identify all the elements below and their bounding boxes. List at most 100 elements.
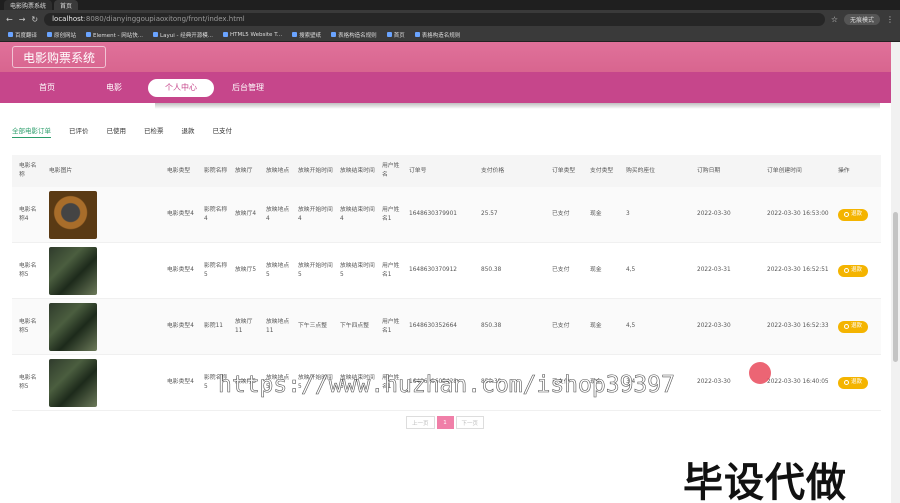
cell-seat: 3: [626, 211, 630, 217]
nav-shadow: [155, 103, 880, 109]
cell-created: 2022-03-30 16:40:05: [767, 379, 829, 385]
tab-checked[interactable]: 已检票: [144, 123, 164, 138]
cell-type: 电影类型4: [167, 211, 194, 217]
bookmark-2[interactable]: 原创网站: [47, 31, 76, 39]
star-icon[interactable]: ☆: [831, 15, 838, 24]
bookmark-1[interactable]: 百度翻译: [8, 31, 37, 39]
cell-place: 放映地点11: [266, 318, 290, 334]
reload-icon[interactable]: ↻: [31, 15, 38, 24]
cell-name: 电影名称4: [19, 206, 37, 222]
refund-button[interactable]: 退款: [838, 208, 868, 221]
bookmark-6[interactable]: 搜索壁纸: [292, 31, 321, 39]
bookmark-4[interactable]: Layui - 经典开源模...: [153, 31, 213, 39]
cell-place: 放映地点4: [266, 206, 290, 222]
cell-start: 下午三点整: [298, 323, 327, 329]
bookmark-label: 表格构造名规则: [338, 32, 377, 39]
tab-used[interactable]: 已使用: [107, 123, 127, 138]
nav-admin[interactable]: 后台管理: [215, 79, 281, 97]
order-tabs: 全部电影订单 已评价 已使用 已检票 退款 已支付: [12, 123, 250, 138]
watermark-text: https://www.huzhan.com/ishop39397: [218, 372, 676, 399]
cell-order-no: 1648630352664: [409, 323, 457, 329]
main-nav: 首页 电影 个人中心 后台管理: [0, 72, 891, 103]
page-number-button[interactable]: 1: [436, 416, 454, 429]
col-header: 放映结束时间: [340, 167, 375, 174]
refund-icon: [843, 212, 849, 217]
col-header: 支付价格: [481, 167, 505, 174]
bookmark-label: 百度翻译: [15, 32, 38, 39]
address-bar[interactable]: localhost:8080/dianyinggoupiaoxitong/fro…: [44, 12, 825, 26]
cell-pay-type: 现金: [590, 323, 602, 329]
cell-order-type: 已支付: [552, 267, 570, 273]
scrollbar-thumb[interactable]: [893, 212, 898, 362]
cell-created: 2022-03-30 16:53:00: [767, 211, 829, 217]
cell-end: 下午四点整: [340, 323, 369, 329]
tab-all-orders[interactable]: 全部电影订单: [12, 123, 51, 138]
cell-user: 用户姓名1: [382, 206, 400, 222]
col-header: 订购日期: [697, 167, 721, 174]
bookmark-3[interactable]: Element - 网站快...: [86, 31, 143, 39]
cell-end: 放映结束时间5: [340, 262, 375, 278]
nav-movies[interactable]: 电影: [81, 79, 147, 97]
mouse-cursor-highlight: [749, 362, 771, 384]
refund-button[interactable]: 退款: [838, 320, 868, 333]
bookmark-icon: [86, 32, 92, 37]
action-cell: 退款: [831, 264, 871, 277]
cell-price: 25.57: [481, 211, 498, 217]
refund-button[interactable]: 退款: [838, 264, 868, 277]
cell-pay-type: 现金: [590, 211, 602, 217]
menu-icon[interactable]: ⋮: [886, 15, 894, 24]
browser-tab-1[interactable]: 电影购票系统: [4, 0, 53, 10]
site-header: 电影购票系统: [0, 42, 891, 72]
cell-date: 2022-03-30: [697, 323, 731, 329]
bookmark-5[interactable]: HTML5 Website T...: [222, 32, 282, 38]
cell-cinema: 影院名称5: [204, 262, 228, 278]
url-path: :8080/dianyinggoupiaoxitong/front/index.…: [83, 15, 245, 23]
refund-icon: [843, 324, 849, 329]
col-header: 订单创建时间: [767, 167, 802, 174]
col-header: 电影类型: [167, 167, 191, 174]
bookmark-label: 搜索壁纸: [299, 32, 322, 39]
cell-seat: 4,5: [626, 267, 636, 273]
refund-button[interactable]: 退款: [838, 376, 868, 389]
browser-tab-2[interactable]: 首页: [54, 0, 79, 10]
tab-refund[interactable]: 退款: [182, 123, 195, 138]
nav-personal-center[interactable]: 个人中心: [148, 78, 214, 97]
url-host: localhost: [52, 15, 84, 23]
cell-type: 电影类型4: [167, 379, 194, 385]
cell-order-no: 1648630370912: [409, 267, 457, 273]
cell-price: 850.38: [481, 267, 502, 273]
bookmark-9[interactable]: 表格构造名规则: [414, 31, 460, 39]
incognito-badge[interactable]: 无痕模式: [843, 13, 880, 25]
bookmark-icon: [153, 32, 159, 37]
page-scrollbar[interactable]: [891, 42, 900, 503]
bookmark-8[interactable]: 首页: [386, 31, 405, 39]
bookmark-7[interactable]: 表格构造名规则: [331, 31, 377, 39]
cell-hall: 放映厅11: [235, 318, 253, 334]
cell-date: 2022-03-30: [697, 379, 731, 385]
bookmark-icon: [222, 32, 228, 37]
tab-reviewed[interactable]: 已评价: [69, 123, 89, 138]
col-header: 支付类型: [590, 167, 614, 174]
cell-name: 电影名称5: [19, 374, 37, 390]
browser-tab-2-label: 首页: [60, 2, 73, 10]
movie-poster-image: [49, 358, 97, 407]
nav-home[interactable]: 首页: [14, 79, 80, 97]
movie-poster-image: [49, 190, 97, 239]
movie-image-cell: [42, 190, 160, 239]
refund-label: 退款: [850, 379, 862, 385]
col-header: 用户姓名: [382, 163, 400, 178]
movie-poster-image: [49, 302, 97, 351]
cell-place: 放映地点5: [266, 262, 290, 278]
table-row: 电影名称5 电影类型4 影院11 放映厅11 放映地点11 下午三点整 下午四点整 用户姓名1…: [12, 299, 881, 355]
prev-page-button[interactable]: 上一页: [406, 416, 435, 429]
movie-poster-image: [49, 246, 97, 295]
forward-icon[interactable]: →: [19, 15, 26, 24]
col-header: 操作: [838, 167, 850, 174]
back-icon[interactable]: ←: [6, 15, 13, 24]
next-page-button[interactable]: 下一页: [455, 416, 485, 429]
bookmark-icon: [331, 32, 337, 37]
site-title[interactable]: 电影购票系统: [12, 46, 106, 68]
refund-icon: [843, 380, 849, 385]
refund-label: 退款: [850, 323, 862, 329]
tab-paid[interactable]: 已支付: [213, 123, 233, 138]
